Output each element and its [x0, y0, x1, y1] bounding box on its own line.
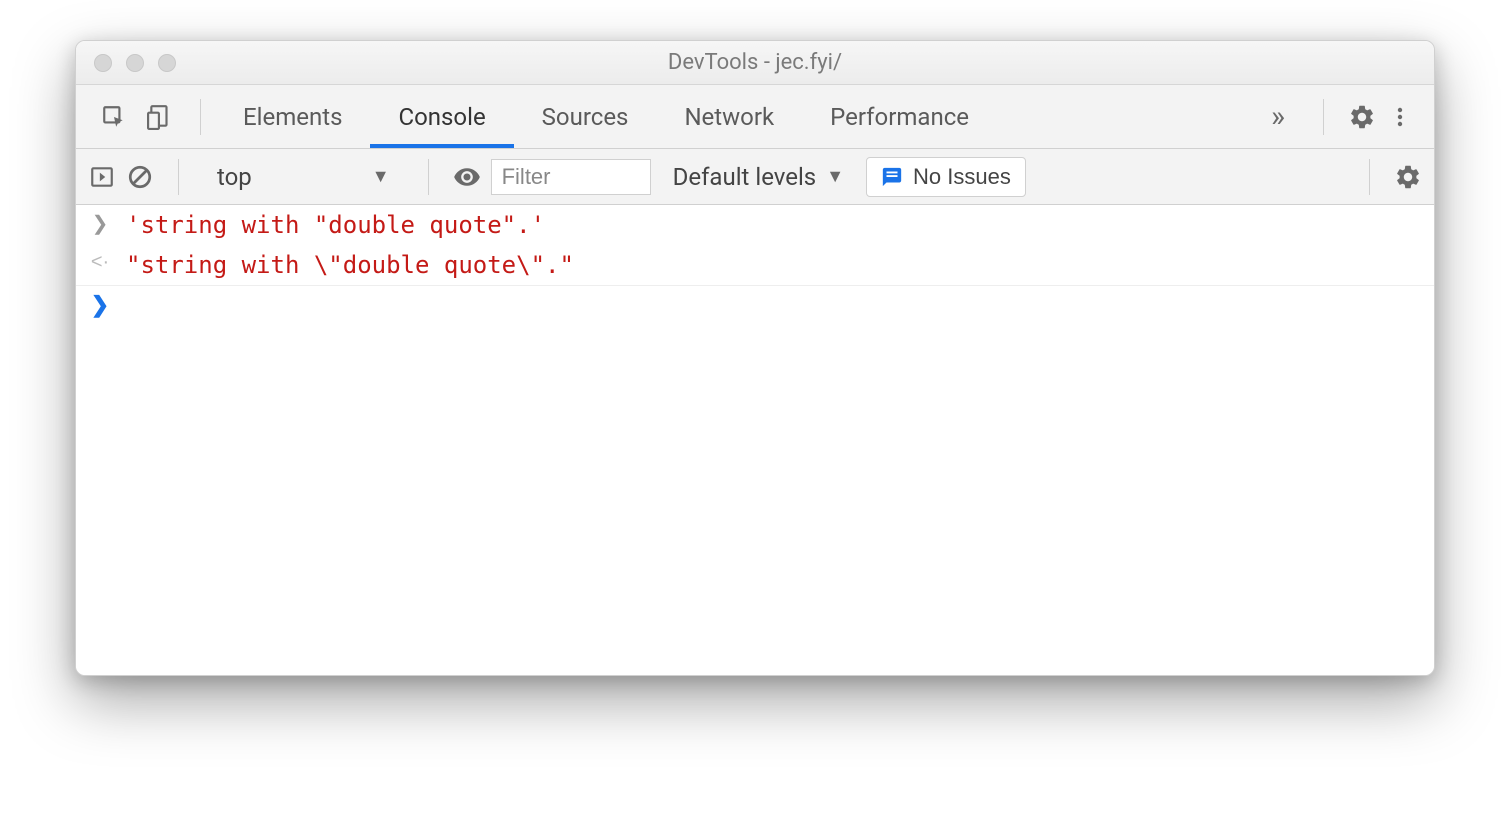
console-settings-icon[interactable] — [1394, 163, 1422, 191]
settings-icon[interactable] — [1348, 103, 1376, 131]
titlebar: DevTools - jec.fyi/ — [76, 41, 1434, 85]
tab-network[interactable]: Network — [656, 85, 802, 148]
log-levels-selector[interactable]: Default levels ▼ — [661, 163, 856, 191]
console-body: ❯ 'string with "double quote".' <· "stri… — [76, 205, 1434, 675]
input-marker-icon: ❯ — [90, 211, 110, 236]
kebab-menu-icon[interactable] — [1386, 103, 1414, 131]
window-close-button[interactable] — [94, 54, 112, 72]
inspect-element-icon[interactable] — [100, 103, 128, 131]
more-tabs-button[interactable]: » — [1257, 99, 1299, 134]
issues-button[interactable]: No Issues — [866, 157, 1026, 197]
prompt-marker-icon: ❯ — [90, 292, 110, 318]
tab-performance[interactable]: Performance — [802, 85, 997, 148]
context-label: top — [217, 163, 252, 191]
issues-icon — [881, 166, 903, 188]
levels-label: Default levels — [673, 163, 817, 191]
tab-console[interactable]: Console — [370, 85, 513, 148]
live-expression-icon[interactable] — [453, 163, 481, 191]
tab-sources[interactable]: Sources — [514, 85, 657, 148]
divider — [200, 99, 201, 135]
tab-elements[interactable]: Elements — [215, 85, 370, 148]
tabbar: Elements Console Sources Network Perform… — [76, 85, 1434, 149]
console-input-text: 'string with "double quote".' — [126, 211, 545, 239]
divider — [178, 159, 179, 195]
device-toolbar-icon[interactable] — [146, 103, 174, 131]
sidebar-toggle-icon[interactable] — [88, 163, 116, 191]
window-title: DevTools - jec.fyi/ — [90, 50, 1420, 75]
console-prompt-line[interactable]: ❯ — [76, 286, 1434, 324]
window-minimize-button[interactable] — [126, 54, 144, 72]
console-output-text: "string with \"double quote\"." — [126, 251, 574, 279]
traffic-lights — [94, 54, 176, 72]
context-selector[interactable]: top ▼ — [203, 163, 404, 191]
console-toolbar: top ▼ Default levels ▼ No Issues — [76, 149, 1434, 205]
devtools-window: DevTools - jec.fyi/ Elements Console Sou… — [75, 40, 1435, 676]
window-maximize-button[interactable] — [158, 54, 176, 72]
chevron-down-icon: ▼ — [826, 166, 844, 187]
divider — [1369, 159, 1370, 195]
divider — [1323, 99, 1324, 135]
console-output-line[interactable]: <· "string with \"double quote\"." — [76, 245, 1434, 286]
chevron-down-icon: ▼ — [372, 166, 390, 187]
filter-input[interactable] — [491, 159, 651, 195]
divider — [428, 159, 429, 195]
clear-console-icon[interactable] — [126, 163, 154, 191]
issues-label: No Issues — [913, 164, 1011, 190]
tabs: Elements Console Sources Network Perform… — [215, 85, 1257, 148]
output-marker-icon: <· — [90, 251, 110, 274]
console-input-line[interactable]: ❯ 'string with "double quote".' — [76, 205, 1434, 245]
